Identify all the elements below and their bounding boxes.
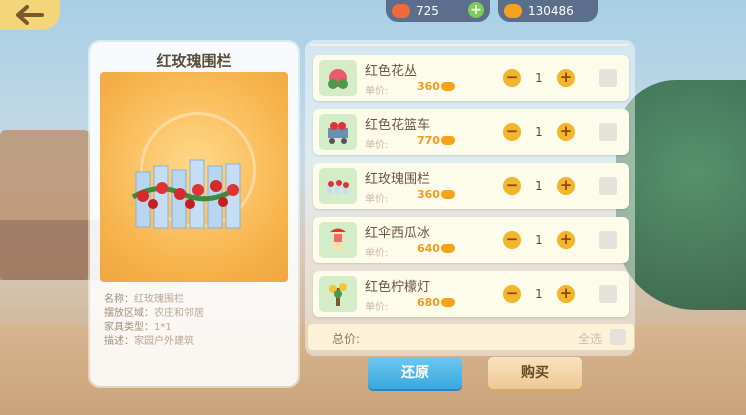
coin-icon [441, 244, 455, 253]
price-label: 单价: [365, 248, 389, 259]
increase-quantity-button[interactable]: + [557, 69, 575, 87]
watermelon-ice-icon [330, 228, 346, 250]
price-label: 单价: [365, 194, 389, 205]
item-preview [100, 72, 288, 282]
item-select-checkbox[interactable] [599, 177, 617, 195]
decrease-quantity-button[interactable]: − [503, 177, 521, 195]
list-item[interactable]: 红色柠檬灯 单价: 680 − 1 + [313, 271, 629, 317]
list-item[interactable]: 红伞西瓜冰 单价: 640 − 1 + [313, 217, 629, 263]
list-item[interactable]: 红色花丛 单价: 360 − 1 + [313, 55, 629, 101]
item-price: 680 [417, 296, 440, 309]
lemon-lamp-icon [329, 283, 347, 306]
decrease-quantity-button[interactable]: − [503, 123, 521, 141]
item-name: 红色花丛 [365, 64, 418, 79]
list-item[interactable]: 红色花篮车 单价: 770 − 1 + [313, 109, 629, 155]
decrease-quantity-button[interactable]: − [503, 285, 521, 303]
item-thumbnail [319, 276, 357, 312]
flower-cart-icon [328, 122, 348, 144]
info-description: 描述：家园户外建筑 [104, 336, 194, 347]
coin-icon [441, 298, 455, 307]
back-arrow-icon [16, 5, 44, 25]
quantity-value: 1 [535, 287, 543, 301]
item-name: 红伞西瓜冰 [365, 226, 431, 241]
list-item[interactable]: 红玫瑰围栏 单价: 360 − 1 + [313, 163, 629, 209]
item-price: 640 [417, 242, 440, 255]
restore-button[interactable]: 还原 [368, 357, 462, 389]
item-thumbnail [319, 114, 357, 150]
detail-title: 红玫瑰围栏 [156, 52, 232, 70]
item-price: 360 [417, 188, 440, 201]
add-currency-button[interactable]: + [468, 2, 484, 18]
info-area: 摆放区域：农庄和邻居 [104, 308, 204, 319]
currency-coin: 130486 [498, 0, 598, 22]
item-select-checkbox[interactable] [599, 69, 617, 87]
item-select-checkbox[interactable] [599, 285, 617, 303]
currency-peach-value: 725 [416, 4, 439, 18]
select-all-label: 全选 [578, 332, 603, 346]
item-thumbnail [319, 168, 357, 204]
coin-icon [441, 190, 455, 199]
peach-icon [392, 4, 410, 18]
decrease-quantity-button[interactable]: − [503, 231, 521, 249]
item-select-checkbox[interactable] [599, 231, 617, 249]
increase-quantity-button[interactable]: + [557, 123, 575, 141]
item-thumbnail [319, 60, 357, 96]
item-thumbnail [319, 222, 357, 258]
flower-bush-icon [328, 69, 348, 89]
item-name: 红玫瑰围栏 [365, 172, 431, 187]
increase-quantity-button[interactable]: + [557, 285, 575, 303]
total-row: 总价: 全选 [308, 324, 634, 350]
coin-icon [504, 4, 522, 18]
info-name: 名称：红玫瑰围栏 [104, 294, 184, 305]
select-all-checkbox[interactable] [610, 329, 626, 345]
list-divider [310, 44, 628, 46]
background-tree [616, 80, 746, 310]
item-name: 红色柠檬灯 [365, 280, 431, 295]
currency-peach: 725 + [386, 0, 490, 22]
currency-coin-value: 130486 [528, 4, 574, 18]
item-price: 360 [417, 80, 440, 93]
quantity-value: 1 [535, 71, 543, 85]
info-type: 家具类型：1*1 [104, 322, 172, 333]
increase-quantity-button[interactable]: + [557, 177, 575, 195]
coin-icon [441, 136, 455, 145]
price-label: 单价: [365, 302, 389, 313]
quantity-value: 1 [535, 179, 543, 193]
total-price-label: 总价: [332, 332, 361, 346]
background-fence [0, 220, 100, 280]
quantity-value: 1 [535, 125, 543, 139]
item-select-checkbox[interactable] [599, 123, 617, 141]
rose-fence-icon [327, 180, 349, 194]
item-price: 770 [417, 134, 440, 147]
back-button[interactable] [0, 0, 60, 30]
price-label: 单价: [365, 86, 389, 97]
coin-icon [441, 82, 455, 91]
item-name: 红色花篮车 [365, 118, 431, 133]
increase-quantity-button[interactable]: + [557, 231, 575, 249]
buy-button[interactable]: 购买 [488, 357, 582, 389]
rose-fence-icon [131, 159, 241, 229]
quantity-value: 1 [535, 233, 543, 247]
decrease-quantity-button[interactable]: − [503, 69, 521, 87]
item-detail-panel: 红玫瑰围栏 名称：红玫瑰围栏 摆放区域：农庄和邻居 家具类型：1*1 描述：家园… [90, 42, 298, 386]
price-label: 单价: [365, 140, 389, 151]
